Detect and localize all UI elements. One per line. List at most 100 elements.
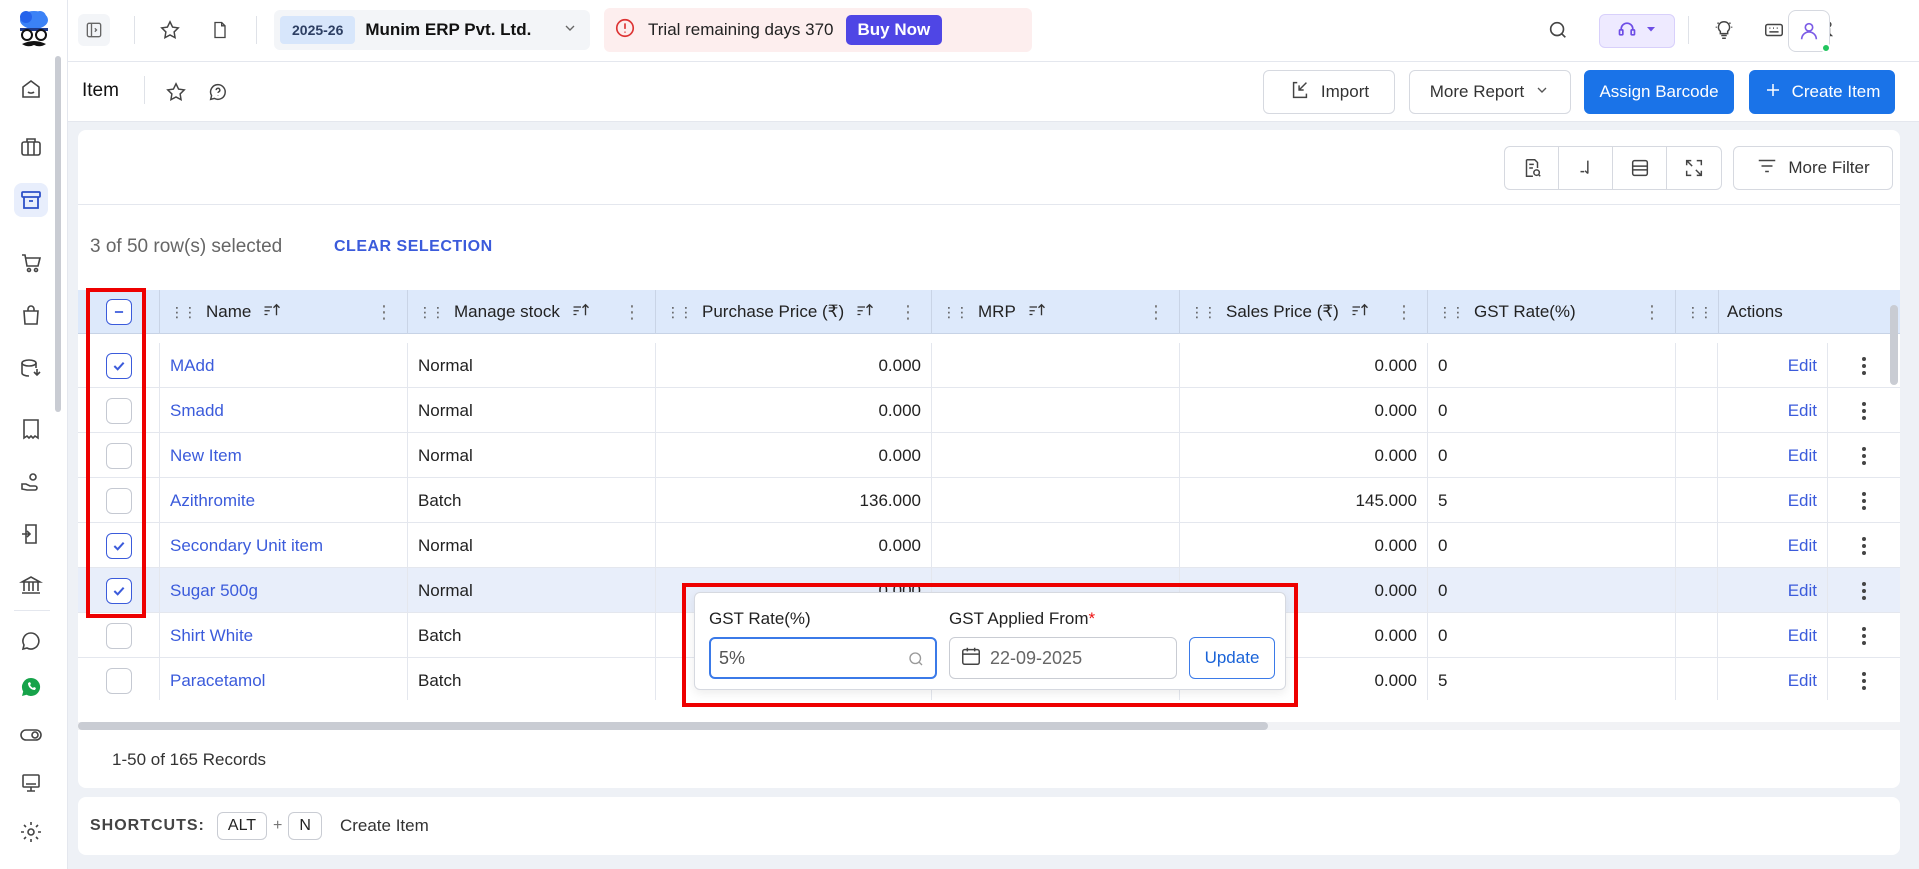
help-chat-icon[interactable] xyxy=(202,76,234,108)
settings-gear-icon[interactable] xyxy=(14,815,48,849)
buy-now-button[interactable]: Buy Now xyxy=(845,15,943,45)
row-menu-icon[interactable] xyxy=(1828,388,1900,433)
item-name-link[interactable]: Azithromite xyxy=(170,491,255,511)
toggle-icon[interactable] xyxy=(14,718,48,752)
create-item-button[interactable]: Create Item xyxy=(1749,70,1895,114)
row-menu-icon[interactable] xyxy=(1828,523,1900,568)
sales-price-value: 0.000 xyxy=(1374,580,1417,600)
clear-selection-link[interactable]: CLEAR SELECTION xyxy=(334,238,493,256)
support-dropdown[interactable] xyxy=(1599,14,1675,48)
column-header-name[interactable]: ⋮⋮ Name ⋮ xyxy=(160,290,408,334)
item-name-link[interactable]: MAdd xyxy=(170,356,214,376)
database-sync-icon[interactable] xyxy=(14,352,48,386)
edit-link[interactable]: Edit xyxy=(1788,626,1817,646)
column-header-sales-price[interactable]: ⋮⋮ Sales Price (₹) ⋮ xyxy=(1180,290,1428,334)
sort-icon[interactable] xyxy=(263,302,281,322)
document-icon[interactable] xyxy=(204,14,236,46)
table-row[interactable]: Smadd Normal 0.000 0.000 0 Edit xyxy=(78,388,1900,433)
row-checkbox[interactable] xyxy=(105,667,132,694)
top-bar: 2025-26 Munim ERP Pvt. Ltd. Trial remain… xyxy=(68,0,1919,62)
report-search-icon[interactable] xyxy=(1505,147,1559,189)
idea-bulb-icon[interactable] xyxy=(1708,14,1740,46)
column-menu-icon[interactable]: ⋮ xyxy=(899,302,917,323)
column-menu-icon[interactable]: ⋮ xyxy=(375,302,393,323)
column-header-purchase-price[interactable]: ⋮⋮ Purchase Price (₹) ⋮ xyxy=(656,290,932,334)
more-filter-label: More Filter xyxy=(1788,158,1870,177)
column-header-manage-stock[interactable]: ⋮⋮ Manage stock ⋮ xyxy=(408,290,656,334)
sales-price-value: 0.000 xyxy=(1374,355,1417,375)
column-header-partial: ⋮⋮ xyxy=(1686,303,1713,320)
whatsapp-icon[interactable] xyxy=(14,670,48,704)
sort-icon[interactable] xyxy=(856,302,874,322)
table-row[interactable]: MAdd Normal 0.000 0.000 0 Edit xyxy=(78,343,1900,388)
receipt-icon[interactable] xyxy=(14,412,48,446)
fullscreen-icon[interactable] xyxy=(1667,147,1721,189)
row-menu-icon[interactable] xyxy=(1828,478,1900,523)
monitor-icon[interactable] xyxy=(14,766,48,800)
document-arrow-icon[interactable] xyxy=(14,517,48,551)
user-avatar[interactable] xyxy=(1788,10,1831,53)
vertical-scrollbar[interactable] xyxy=(1890,305,1898,385)
item-name-link[interactable]: New Item xyxy=(170,446,242,466)
sort-icon[interactable] xyxy=(1028,302,1046,322)
sidebar-toggle-icon[interactable] xyxy=(78,14,110,46)
app-logo[interactable] xyxy=(14,8,54,52)
assign-barcode-button[interactable]: Assign Barcode xyxy=(1584,70,1734,114)
create-item-label: Create Item xyxy=(1791,82,1881,101)
page-favorite-star-icon[interactable] xyxy=(160,76,192,108)
edit-link[interactable]: Edit xyxy=(1788,446,1817,466)
edit-link[interactable]: Edit xyxy=(1788,356,1817,376)
sort-icon[interactable] xyxy=(1351,302,1369,322)
chevron-down-icon xyxy=(562,20,578,41)
edit-link[interactable]: Edit xyxy=(1788,581,1817,601)
item-name-link[interactable]: Shirt White xyxy=(170,626,253,646)
shopping-bag-icon[interactable] xyxy=(14,298,48,332)
online-status-dot xyxy=(1821,43,1831,53)
row-checkbox[interactable] xyxy=(105,622,132,649)
horizontal-scrollbar[interactable] xyxy=(78,722,1900,730)
item-name-link[interactable]: Sugar 500g xyxy=(170,581,258,601)
row-menu-icon[interactable] xyxy=(1828,568,1900,613)
company-selector[interactable]: 2025-26 Munim ERP Pvt. Ltd. xyxy=(274,10,590,50)
chat-icon[interactable] xyxy=(14,624,48,658)
edit-link[interactable]: Edit xyxy=(1788,671,1817,691)
density-icon[interactable] xyxy=(1613,147,1667,189)
hand-money-icon[interactable] xyxy=(14,465,48,499)
column-header-mrp[interactable]: ⋮⋮ MRP ⋮ xyxy=(932,290,1180,334)
keyboard-icon[interactable] xyxy=(1758,14,1790,46)
column-menu-icon[interactable]: ⋮ xyxy=(623,302,641,323)
table-row[interactable]: Secondary Unit item Normal 0.000 0.000 0 Edit xyxy=(78,523,1900,568)
more-report-dropdown[interactable]: More Report xyxy=(1409,70,1571,114)
dashboard-icon[interactable] xyxy=(14,72,48,106)
item-name-link[interactable]: Paracetamol xyxy=(170,671,265,691)
edit-link[interactable]: Edit xyxy=(1788,536,1817,556)
cart-icon[interactable] xyxy=(14,246,48,280)
item-name-link[interactable]: Smadd xyxy=(170,401,224,421)
shortcut-action: Create Item xyxy=(339,816,429,835)
plus-icon xyxy=(1764,81,1782,104)
sort-icon[interactable] xyxy=(572,302,590,322)
rail-scrollbar[interactable] xyxy=(55,56,61,412)
import-button[interactable]: Import xyxy=(1263,70,1395,114)
briefcase-icon[interactable] xyxy=(14,130,48,164)
purchase-price-value: 0.000 xyxy=(878,400,921,420)
row-menu-icon[interactable] xyxy=(1828,433,1900,478)
table-row[interactable]: New Item Normal 0.000 0.000 0 Edit xyxy=(78,433,1900,478)
column-menu-icon[interactable]: ⋮ xyxy=(1147,302,1165,323)
favorite-star-icon[interactable] xyxy=(154,14,186,46)
column-header-gst-rate[interactable]: ⋮⋮ GST Rate(%) ⋮ xyxy=(1428,290,1676,334)
column-menu-icon[interactable]: ⋮ xyxy=(1643,302,1661,323)
item-name-link[interactable]: Secondary Unit item xyxy=(170,536,323,556)
row-menu-icon[interactable] xyxy=(1828,613,1900,658)
bank-icon[interactable] xyxy=(14,568,48,602)
row-menu-icon[interactable] xyxy=(1828,658,1900,700)
more-filter-button[interactable]: More Filter xyxy=(1733,146,1893,190)
edit-link[interactable]: Edit xyxy=(1788,491,1817,511)
selection-info: 3 of 50 row(s) selected xyxy=(90,236,283,257)
edit-link[interactable]: Edit xyxy=(1788,401,1817,421)
column-menu-icon[interactable]: ⋮ xyxy=(1395,302,1413,323)
table-row[interactable]: Azithromite Batch 136.000 145.000 5 Edit xyxy=(78,478,1900,523)
search-icon[interactable] xyxy=(1542,14,1574,46)
sort-icon[interactable] xyxy=(1559,147,1613,189)
inventory-box-icon[interactable] xyxy=(14,183,48,217)
